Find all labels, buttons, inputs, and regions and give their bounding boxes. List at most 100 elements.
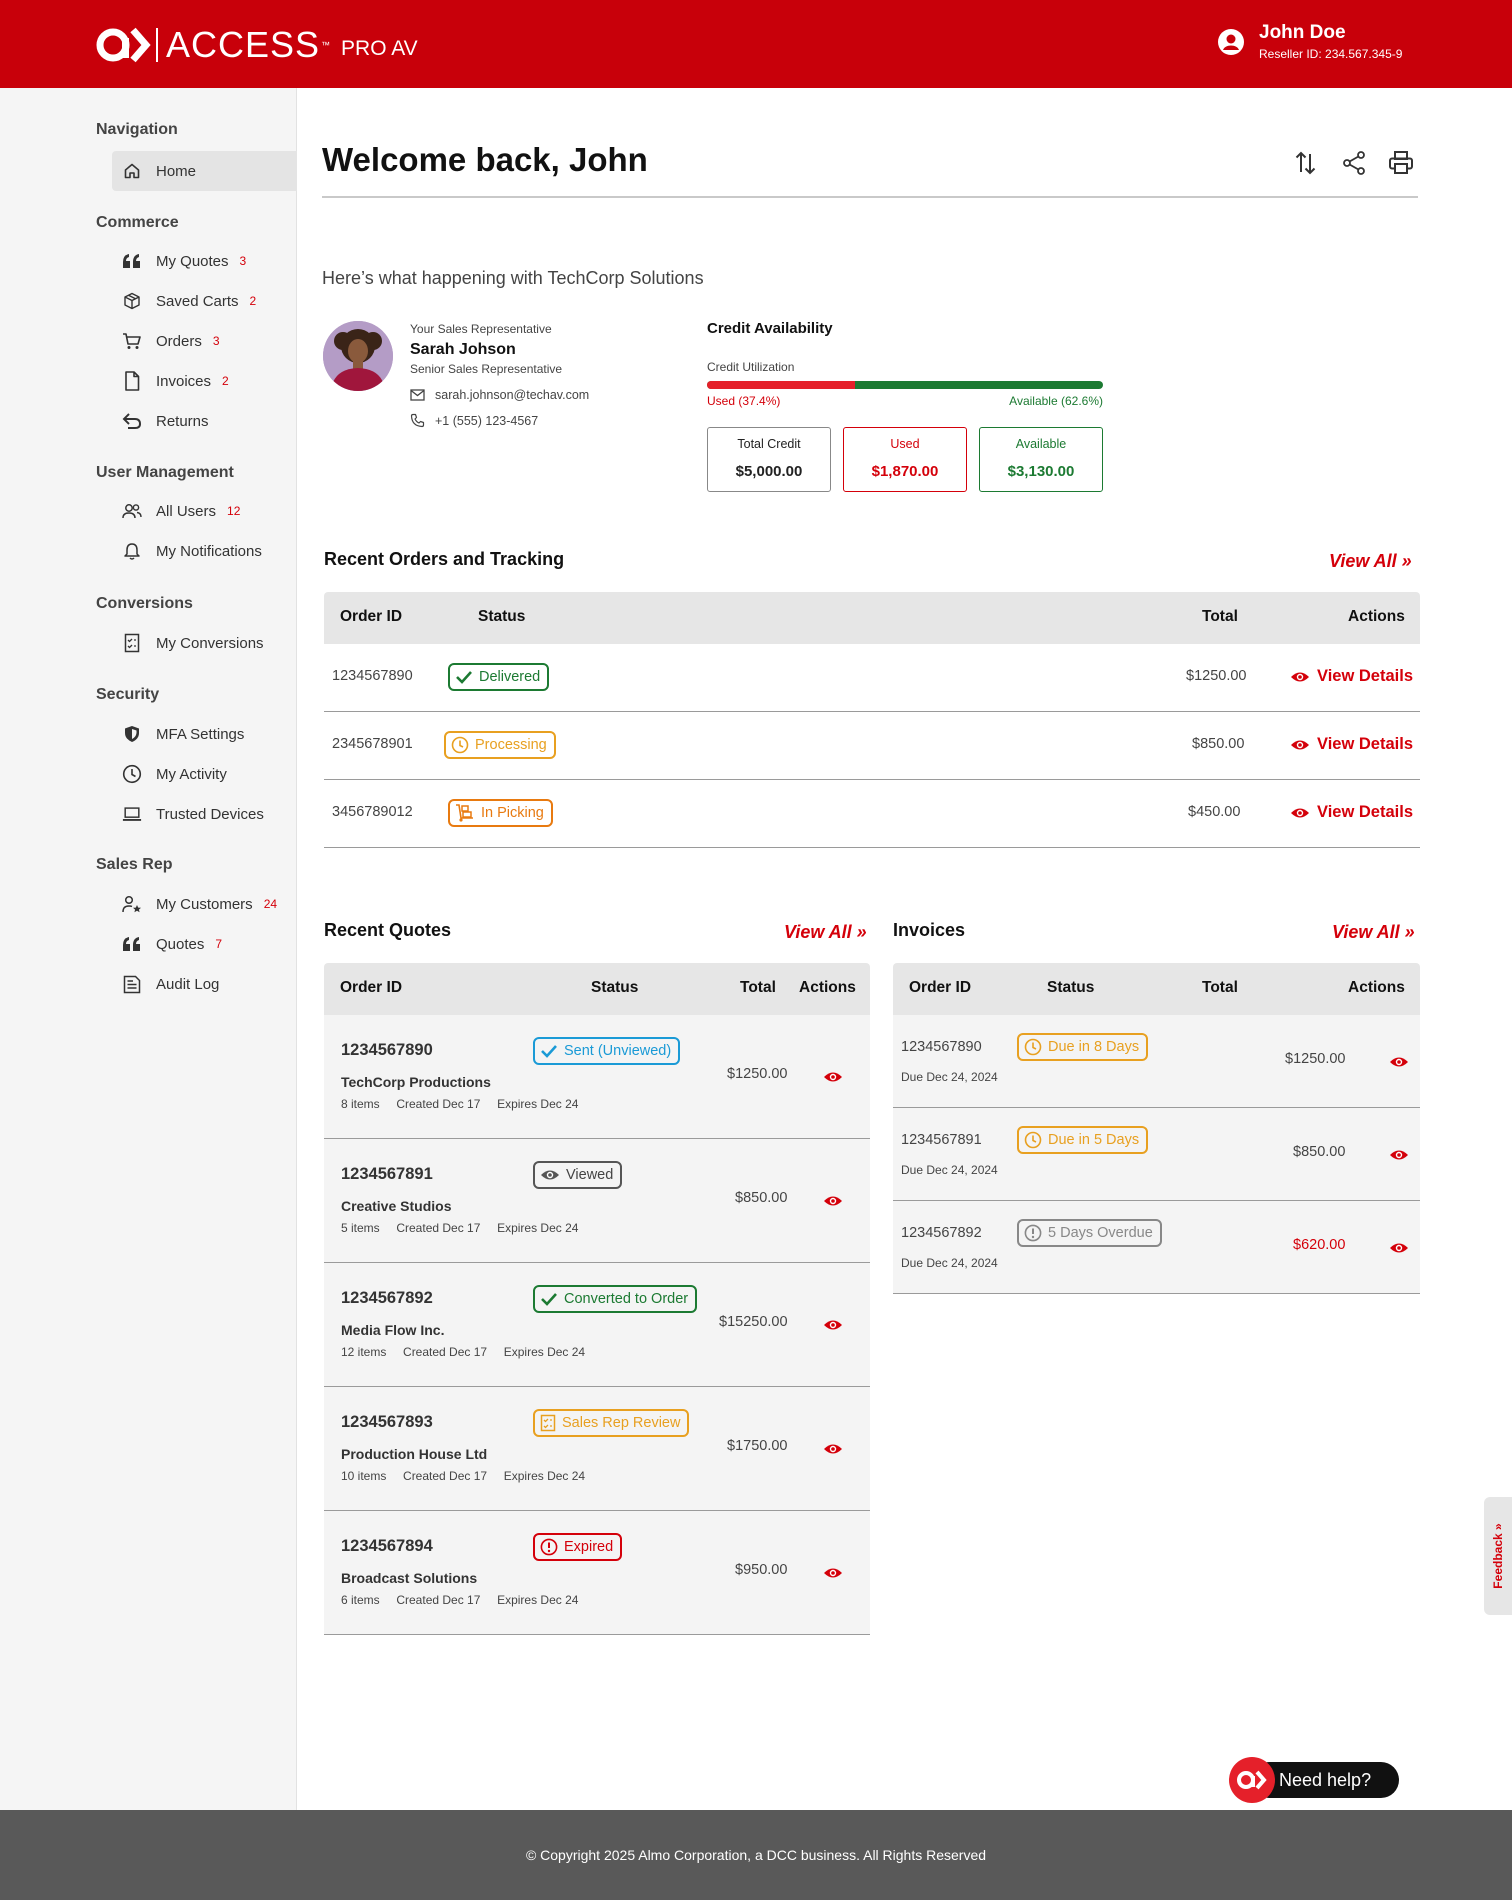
invoice-total: $850.00 <box>1293 1144 1346 1160</box>
count-badge: 24 <box>263 897 278 911</box>
check-icon <box>455 669 473 685</box>
logo-divider <box>156 28 158 62</box>
eye-icon <box>824 1568 842 1578</box>
view-details-button[interactable]: View Details <box>1290 735 1413 754</box>
view-details-button[interactable]: View Details <box>1290 803 1413 822</box>
sidebar-item-label: My Notifications <box>156 542 262 560</box>
column-header-status: Status <box>591 979 639 996</box>
sidebar-heading-navigation: Navigation <box>96 121 178 138</box>
credit-box-label: Available <box>1015 437 1067 451</box>
box-icon <box>122 292 142 310</box>
sidebar-item-my-conversions[interactable]: My Conversions <box>112 623 297 663</box>
printer-icon <box>1389 151 1413 174</box>
access-logo-icon <box>96 27 151 63</box>
column-header-actions: Actions <box>1348 608 1405 625</box>
sidebar-item-label: Orders <box>156 332 202 350</box>
table-row: 1234567890 Sent (Unviewed) TechCorp Prod… <box>324 1015 870 1139</box>
sidebar-item-orders[interactable]: Orders 3 <box>112 321 297 361</box>
column-header-order-id: Order ID <box>340 979 403 996</box>
status-text: Sent (Unviewed) <box>564 1043 672 1059</box>
sales-rep-email[interactable]: sarah.johnson@techav.com <box>410 388 589 402</box>
table-row: 1234567893 Sales Rep Review Production H… <box>324 1387 870 1511</box>
view-quote-button[interactable] <box>823 1318 843 1332</box>
sidebar-item-quotes[interactable]: Quotes 7 <box>112 924 297 964</box>
home-icon <box>122 162 142 180</box>
quote-meta: 10 items Created Dec 17 Expires Dec 24 <box>341 1469 586 1483</box>
sales-rep-name: Sarah Johson <box>410 341 516 358</box>
column-header-order-id: Order ID <box>909 979 972 996</box>
top-header: ACCESS™ PRO AV John Doe Reseller ID: 234… <box>0 0 1512 88</box>
orders-view-all-link[interactable]: View All » <box>1329 551 1412 572</box>
quote-id: 1234567894 <box>341 1537 433 1555</box>
quote-icon <box>122 253 142 269</box>
count-badge: 12 <box>227 504 241 518</box>
quote-total: $1250.00 <box>727 1066 788 1082</box>
sidebar-item-all-users[interactable]: All Users 12 <box>112 491 297 531</box>
column-header-total: Total <box>1202 979 1238 996</box>
clock-icon <box>451 736 469 754</box>
recent-quotes-title: Recent Quotes <box>324 920 452 940</box>
sales-rep-avatar <box>323 321 393 391</box>
view-quote-button[interactable] <box>823 1566 843 1580</box>
credit-used-fill <box>707 381 856 389</box>
count-badge: 7 <box>215 937 223 951</box>
status-badge: Viewed <box>533 1161 623 1189</box>
reseller-id: Reseller ID: 234.567.345-9 <box>1259 47 1403 61</box>
status-text: Converted to Order <box>564 1291 689 1307</box>
view-invoice-button[interactable] <box>1389 1148 1409 1162</box>
sidebar-item-mfa-settings[interactable]: MFA Settings <box>112 714 297 754</box>
feedback-tab[interactable]: Feedback » <box>1484 1497 1512 1615</box>
quote-icon <box>122 936 142 952</box>
sidebar-item-label: My Quotes <box>156 252 229 270</box>
view-details-label: View Details <box>1317 803 1413 821</box>
order-total: $1250.00 <box>1186 668 1247 684</box>
need-help-button[interactable]: Need help? <box>1229 1757 1399 1803</box>
quotes-view-all-link[interactable]: View All » <box>784 922 867 943</box>
table-row: 1234567891 Due in 5 Days Due Dec 24, 202… <box>893 1108 1420 1201</box>
sidebar-heading-user-management: User Management <box>96 464 234 481</box>
view-details-button[interactable]: View Details <box>1290 667 1413 686</box>
status-text: Expired <box>564 1539 614 1555</box>
print-button[interactable] <box>1388 150 1414 176</box>
user-menu[interactable]: John Doe Reseller ID: 234.567.345-9 <box>1217 22 1402 62</box>
invoices-view-all-link[interactable]: View All » <box>1332 922 1415 943</box>
sidebar-item-saved-carts[interactable]: Saved Carts 2 <box>112 281 297 321</box>
count-badge: 3 <box>212 334 220 348</box>
brand-logo[interactable]: ACCESS™ PRO AV <box>96 24 418 66</box>
share-button[interactable] <box>1342 150 1366 176</box>
sidebar-item-my-activity[interactable]: My Activity <box>112 754 297 794</box>
sidebar-item-trusted-devices[interactable]: Trusted Devices <box>112 794 297 834</box>
view-invoice-button[interactable] <box>1389 1055 1409 1069</box>
view-quote-button[interactable] <box>823 1070 843 1084</box>
sidebar-item-label: MFA Settings <box>156 725 245 743</box>
sidebar-item-my-quotes[interactable]: My Quotes 3 <box>112 241 297 281</box>
sidebar-heading-sales-rep: Sales Rep <box>96 856 173 873</box>
sales-rep-phone[interactable]: +1 (555) 123-4567 <box>410 413 538 428</box>
quote-id: 1234567892 <box>341 1289 433 1307</box>
credit-box-value: $3,130.00 <box>1007 463 1075 480</box>
sidebar-item-label: Saved Carts <box>156 292 239 310</box>
credit-box-total: Total Credit $5,000.00 <box>707 427 831 492</box>
sidebar: Navigation Home Commerce My Quotes 3 Sav… <box>0 88 297 1810</box>
clock-icon <box>1024 1131 1042 1149</box>
sidebar-item-returns[interactable]: Returns <box>112 401 297 441</box>
sidebar-item-home[interactable]: Home <box>112 151 297 191</box>
sidebar-item-invoices[interactable]: Invoices 2 <box>112 361 297 401</box>
eye-icon <box>1291 672 1309 681</box>
view-invoice-button[interactable] <box>1389 1241 1409 1255</box>
view-quote-button[interactable] <box>823 1442 843 1456</box>
sidebar-item-audit-log[interactable]: Audit Log <box>112 964 297 1004</box>
status-badge: In Picking <box>448 799 553 827</box>
credit-box-value: $1,870.00 <box>871 463 939 480</box>
sidebar-item-my-customers[interactable]: My Customers 24 <box>112 884 297 924</box>
view-quote-button[interactable] <box>823 1194 843 1208</box>
sort-button[interactable] <box>1295 150 1317 176</box>
orders-table-header: Order ID Status Total Actions <box>324 592 1420 644</box>
invoices-table-header: Order ID Status Total Actions <box>893 963 1420 1015</box>
table-row: 2345678901 Processing $850.00 View Detai… <box>324 712 1420 780</box>
sidebar-item-my-notifications[interactable]: My Notifications <box>112 531 297 571</box>
status-text: Processing <box>475 737 547 753</box>
check-icon <box>540 1291 558 1307</box>
table-row: 1234567892 5 Days Overdue Due Dec 24, 20… <box>893 1201 1420 1294</box>
status-badge: 5 Days Overdue <box>1017 1219 1162 1247</box>
